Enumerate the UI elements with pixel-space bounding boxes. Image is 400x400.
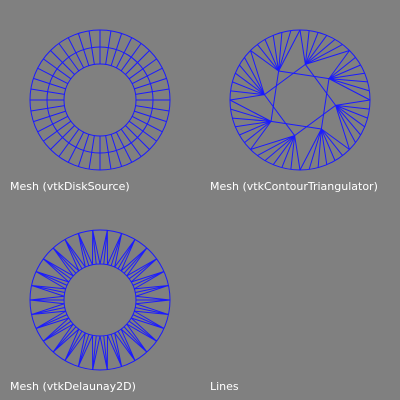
viewport-label-contour-triangulator: Mesh (vtkContourTriangulator): [210, 180, 378, 193]
fan-edge: [229, 94, 265, 101]
triangle-edge: [52, 328, 80, 353]
mesh-spoke: [50, 50, 75, 75]
fan-edge: [294, 135, 301, 171]
triangle-edge: [135, 295, 171, 301]
triangle-edge: [35, 271, 69, 283]
inner-edge: [294, 104, 336, 137]
viewport-label-delaunay2d: Mesh (vtkDelaunay2D): [10, 380, 136, 393]
triangle-edge: [29, 295, 65, 301]
triangle-edge: [92, 335, 97, 370]
mesh-spoke: [43, 58, 72, 80]
triangle-edge: [43, 258, 72, 280]
triangle-edge: [128, 258, 157, 280]
lines-view: [200, 200, 400, 400]
mesh-ring: [63, 63, 137, 137]
triangle-edge: [132, 314, 165, 329]
mesh-spoke: [128, 58, 157, 80]
triangle-edge: [103, 230, 108, 265]
inner-edge: [263, 94, 296, 136]
triangle-edge: [128, 320, 157, 342]
triangle-edge: [132, 271, 165, 286]
mesh-spoke: [50, 125, 75, 150]
mesh-spoke: [43, 120, 72, 142]
triangle-edge: [29, 299, 65, 305]
triangle-edge: [131, 317, 165, 329]
triangle-edge: [120, 328, 148, 353]
render-window[interactable]: Mesh (vtkDiskSource) Mesh (vtkContourTri…: [0, 0, 400, 400]
triangle-edge: [52, 247, 80, 272]
mesh-spoke: [58, 43, 80, 72]
viewport-lines[interactable]: Lines: [200, 200, 400, 400]
viewport-label-disk-source: Mesh (vtkDiskSource): [10, 180, 130, 193]
triangle-edge: [35, 317, 69, 329]
triangle-edge: [92, 230, 101, 265]
triangle-edge: [135, 299, 171, 305]
triangle-edge: [92, 335, 101, 370]
triangle-edge: [43, 320, 72, 342]
mesh-spoke: [58, 128, 80, 157]
inner-edge: [270, 70, 280, 122]
inner-edge: [270, 120, 322, 130]
mesh-spoke: [125, 50, 150, 75]
inner-edge: [320, 78, 330, 130]
fan-edge: [335, 99, 371, 106]
disk-source-mesh: [29, 29, 171, 171]
triangle-edge: [120, 247, 148, 272]
viewport-disk-source[interactable]: Mesh (vtkDiskSource): [0, 0, 200, 200]
triangle-edge: [99, 230, 108, 265]
triangle-edge: [131, 271, 165, 283]
inner-ring: [63, 263, 137, 337]
mesh-spoke: [120, 43, 142, 72]
triangle-edge: [92, 230, 97, 265]
triangle-edge: [35, 271, 68, 286]
contour-triangulator-mesh: [229, 29, 371, 171]
inner-edge: [264, 63, 306, 96]
triangle-edge: [103, 335, 108, 370]
viewport-contour-triangulator[interactable]: Mesh (vtkContourTriangulator): [200, 0, 400, 200]
mesh-spoke: [128, 120, 157, 142]
triangle-edge: [35, 314, 68, 329]
fan-edge: [299, 29, 306, 65]
mesh-spoke: [120, 128, 142, 157]
mesh-spoke: [125, 125, 150, 150]
delaunay2d-mesh: [29, 229, 171, 371]
inner-edge: [304, 64, 337, 106]
inner-edge: [278, 70, 330, 80]
triangle-edge: [99, 335, 108, 370]
viewport-label-lines: Lines: [210, 380, 239, 393]
viewport-delaunay2d[interactable]: Mesh (vtkDelaunay2D): [0, 200, 200, 400]
